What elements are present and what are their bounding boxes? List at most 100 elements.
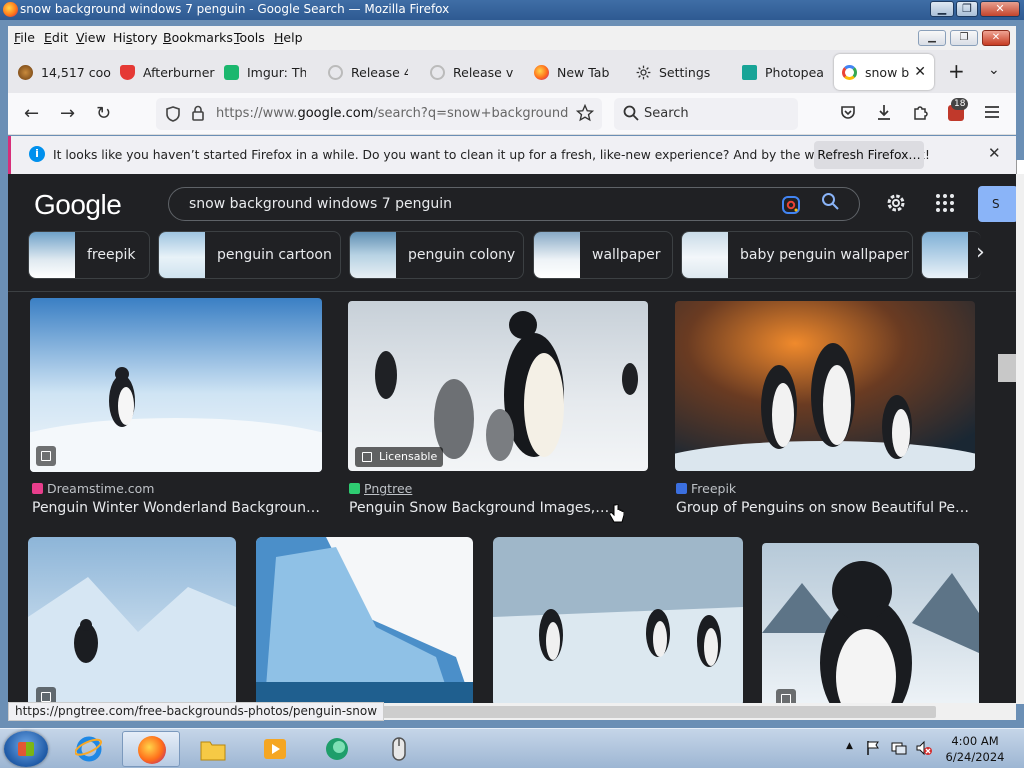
filter-chip-wallpaper[interactable]: wallpaper [533, 231, 673, 279]
taskbar-file-explorer[interactable] [184, 731, 242, 767]
chip-thumbnail [922, 232, 968, 278]
filter-chip-partial[interactable] [921, 231, 981, 279]
show-hidden-icons-arrow[interactable]: ▲ [846, 741, 853, 751]
image-result-4[interactable] [28, 537, 236, 704]
result-source[interactable]: Freepik [676, 481, 736, 496]
result-image-group-of-penguins[interactable] [675, 301, 975, 471]
reload-button[interactable]: ↻ [96, 104, 111, 124]
notification-close-icon[interactable]: ✕ [988, 144, 1001, 162]
menu-file[interactable]: File [14, 30, 35, 45]
url-text[interactable]: https://www.google.com/search?q=snow+bac… [216, 106, 568, 121]
image-result-3[interactable]: Freepik Group of Penguins on snow Beauti… [675, 301, 975, 531]
tab-photopea[interactable]: Photopea | [742, 54, 826, 90]
volume-muted-icon[interactable] [916, 740, 932, 759]
vertical-scrollbar-track[interactable] [1016, 174, 1024, 704]
licensable-badge[interactable]: Licensable [355, 447, 444, 467]
image-result-1[interactable]: Dreamstime.com Penguin Winter Wonderland… [30, 298, 322, 528]
menu-minimize-button[interactable]: ▁ [918, 30, 946, 46]
menu-edit[interactable]: Edit [44, 30, 68, 45]
pngtree-favicon-icon [349, 483, 360, 494]
image-result-7[interactable] [762, 543, 979, 704]
filter-chip-baby-penguin-wallpaper[interactable]: baby penguin wallpaper [681, 231, 913, 279]
tab-label: snow ba [865, 64, 909, 80]
image-result-5[interactable] [256, 537, 473, 704]
result-title[interactable]: Group of Penguins on snow Beautiful Peng… [676, 500, 974, 516]
menu-tools[interactable]: Tools [234, 30, 265, 45]
google-sign-in-button[interactable]: S [978, 186, 1016, 222]
system-clock[interactable]: 4:00 AM 6/24/2024 [940, 733, 1010, 765]
tab-settings[interactable]: Settings [636, 54, 726, 90]
menu-restore-button[interactable]: ❐ [950, 30, 978, 46]
tab-close-icon[interactable]: ✕ [914, 64, 926, 80]
refresh-firefox-button[interactable]: Refresh Firefox… [814, 141, 924, 169]
filter-chip-penguin-colony[interactable]: penguin colony [349, 231, 524, 279]
pocket-icon[interactable] [840, 105, 856, 124]
taskbar-media-player[interactable] [246, 731, 304, 767]
result-title[interactable]: Penguin Snow Background Images, HD ... [349, 500, 611, 516]
google-search-icon[interactable] [821, 192, 839, 215]
freepik-favicon-icon [676, 483, 687, 494]
tab-google-search[interactable]: snow ba ✕ [834, 54, 934, 90]
tab-afterburner[interactable]: Afterburner [120, 54, 216, 90]
result-source[interactable]: Pngtree [349, 481, 412, 496]
result-source-label: Pngtree [364, 481, 413, 496]
lens-camera-icon[interactable] [781, 195, 801, 215]
chips-next-arrow[interactable]: › [976, 240, 985, 265]
result-image-penguin-wonderland[interactable] [30, 298, 322, 472]
tab-imgur[interactable]: Imgur: The [224, 54, 306, 90]
result-source-label: Dreamstime.com [47, 481, 155, 496]
window-close-button[interactable]: ✕ [980, 1, 1020, 17]
extensions-puzzle-icon[interactable] [912, 104, 929, 124]
firefox-icon [138, 736, 166, 764]
result-source[interactable]: Dreamstime.com [32, 481, 154, 496]
taskbar-mouse-app[interactable] [370, 731, 428, 767]
vertical-scrollbar-thumb[interactable] [998, 354, 1016, 382]
bookmark-star-icon[interactable] [575, 103, 595, 125]
menu-bookmarks[interactable]: Bookmarks [163, 30, 233, 45]
action-center-flag-icon[interactable] [866, 740, 880, 759]
menu-help[interactable]: Help [274, 30, 303, 45]
menu-help-label: elp [283, 30, 303, 45]
taskbar-internet-explorer[interactable] [60, 731, 118, 767]
clock-date: 6/24/2024 [945, 750, 1005, 764]
result-image-penguin-snow-background[interactable]: Licensable [348, 301, 648, 471]
menu-view[interactable]: View [76, 30, 106, 45]
google-settings-gear-icon[interactable] [884, 191, 908, 215]
tracking-shield-icon[interactable] [166, 106, 180, 125]
downloads-icon[interactable] [876, 104, 892, 125]
internet-explorer-icon [74, 735, 103, 763]
filter-chip-penguin-cartoon[interactable]: penguin cartoon [158, 231, 341, 279]
window-minimize-button[interactable]: ▁ [930, 1, 954, 17]
google-apps-grid-icon[interactable] [936, 194, 954, 212]
hamburger-menu-icon[interactable] [984, 105, 1000, 122]
image-result-2[interactable]: Licensable Pngtree Penguin Snow Backgrou… [348, 301, 648, 531]
filter-chip-freepik[interactable]: freepik [28, 231, 150, 279]
forward-button[interactable]: → [60, 104, 75, 124]
window-maximize-button[interactable]: ❐ [956, 1, 978, 17]
navigation-bar: ← → ↻ https://www.google.com/search?q=sn… [8, 93, 1016, 135]
horizontal-scrollbar-thumb[interactable] [352, 706, 936, 718]
tab-label: Settings [659, 64, 711, 80]
result-title[interactable]: Penguin Winter Wonderland Background ... [32, 500, 322, 516]
photopea-icon [742, 64, 757, 80]
network-icon[interactable] [891, 740, 907, 759]
new-tab-button[interactable]: + [948, 61, 965, 81]
taskbar-greenshot[interactable] [308, 731, 366, 767]
google-search-query[interactable]: snow background windows 7 penguin [189, 196, 452, 212]
tab-cookies[interactable]: 14,517 coo [18, 54, 112, 90]
tab-release-4[interactable]: Release 4.4 [328, 54, 408, 90]
google-logo[interactable]: Google [34, 189, 122, 221]
start-button[interactable] [4, 731, 48, 767]
list-all-tabs-button[interactable]: ⌄ [988, 62, 1000, 78]
google-search-field[interactable]: snow background windows 7 penguin [168, 187, 860, 221]
url-bar[interactable]: https://www.google.com/search?q=snow+bac… [156, 98, 602, 130]
menu-history[interactable]: History [113, 30, 157, 45]
menu-close-button[interactable]: ✕ [982, 30, 1010, 46]
tab-new-tab[interactable]: New Tab [534, 54, 624, 90]
lock-icon[interactable] [192, 105, 204, 124]
back-button[interactable]: ← [24, 104, 39, 124]
tab-release-v0[interactable]: Release v0. [430, 54, 514, 90]
search-box[interactable]: Search [614, 98, 798, 130]
image-result-6[interactable] [493, 537, 743, 704]
taskbar-firefox[interactable] [122, 731, 180, 767]
